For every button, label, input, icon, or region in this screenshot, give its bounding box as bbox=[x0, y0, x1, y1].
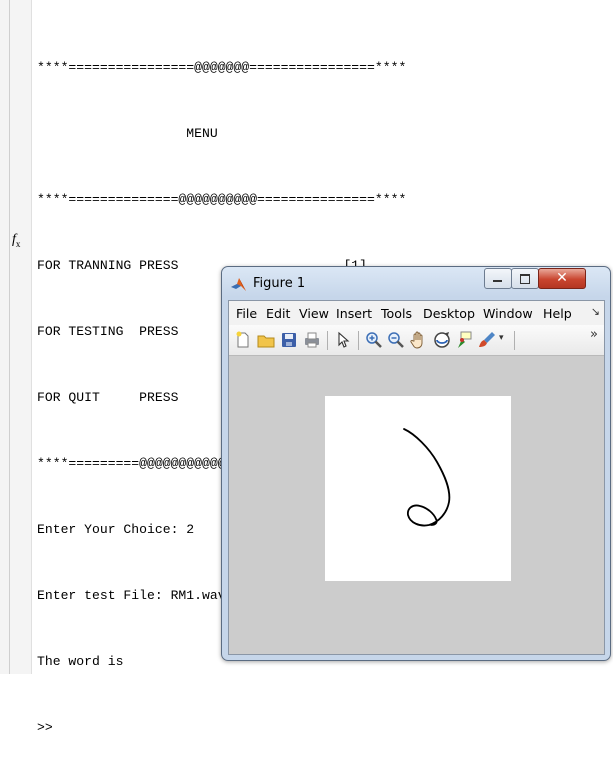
console-line: ****================@@@@@@@=============… bbox=[37, 60, 407, 75]
print-icon[interactable] bbox=[302, 330, 322, 350]
menu-tools[interactable]: Tools bbox=[381, 306, 412, 321]
figure-canvas[interactable] bbox=[229, 356, 604, 654]
menu-desktop[interactable]: Desktop bbox=[423, 306, 475, 321]
pan-hand-icon[interactable] bbox=[409, 330, 429, 350]
axes[interactable] bbox=[325, 396, 511, 581]
figure-window[interactable]: Figure 1 ✕ File Edit View Insert Tools D… bbox=[221, 266, 611, 661]
menu-view[interactable]: View bbox=[299, 306, 329, 321]
figure-client-area: File Edit View Insert Tools Desktop Wind… bbox=[228, 300, 605, 655]
figure-title: Figure 1 bbox=[253, 276, 306, 291]
menu-overflow-icon[interactable]: ↘ bbox=[591, 305, 600, 318]
toolbar-separator bbox=[358, 331, 359, 350]
zoom-in-icon[interactable] bbox=[364, 330, 384, 350]
figure-menubar: File Edit View Insert Tools Desktop Wind… bbox=[229, 301, 604, 325]
fx-icon[interactable]: fx bbox=[12, 232, 20, 249]
matlab-logo-icon bbox=[231, 278, 246, 291]
gutter-divider bbox=[9, 0, 10, 674]
brush-icon[interactable] bbox=[477, 330, 497, 350]
menu-insert[interactable]: Insert bbox=[336, 306, 372, 321]
toolbar-separator bbox=[327, 331, 328, 350]
figure-titlebar[interactable]: Figure 1 ✕ bbox=[222, 267, 610, 300]
console-line: ****==============@@@@@@@@@@============… bbox=[37, 192, 407, 207]
zoom-out-icon[interactable] bbox=[386, 330, 406, 350]
data-cursor-icon[interactable] bbox=[454, 330, 474, 350]
minimize-button[interactable] bbox=[484, 268, 512, 289]
new-figure-icon[interactable] bbox=[233, 330, 253, 350]
edit-plot-arrow-icon[interactable] bbox=[333, 330, 353, 350]
minimize-icon bbox=[493, 280, 502, 282]
plotted-stroke bbox=[403, 428, 451, 527]
maximize-button[interactable] bbox=[511, 268, 539, 289]
close-button[interactable]: ✕ bbox=[538, 268, 586, 289]
menu-edit[interactable]: Edit bbox=[266, 306, 290, 321]
open-file-icon[interactable] bbox=[256, 330, 276, 350]
menu-help[interactable]: Help bbox=[543, 306, 572, 321]
toolbar-separator bbox=[514, 331, 515, 350]
save-icon[interactable] bbox=[279, 330, 299, 350]
figure-toolbar: ▾ » bbox=[229, 325, 604, 356]
command-prompt[interactable]: >> bbox=[37, 717, 406, 739]
more-chevron-icon[interactable]: » bbox=[590, 327, 598, 342]
menu-file[interactable]: File bbox=[236, 306, 257, 321]
close-icon: ✕ bbox=[556, 270, 568, 286]
brush-dropdown-icon[interactable]: ▾ bbox=[499, 333, 504, 343]
maximize-icon bbox=[520, 274, 530, 284]
command-window-gutter bbox=[0, 0, 32, 674]
console-line: MENU bbox=[37, 126, 218, 141]
menu-window[interactable]: Window bbox=[483, 306, 533, 321]
rotate-3d-icon[interactable] bbox=[432, 330, 452, 350]
